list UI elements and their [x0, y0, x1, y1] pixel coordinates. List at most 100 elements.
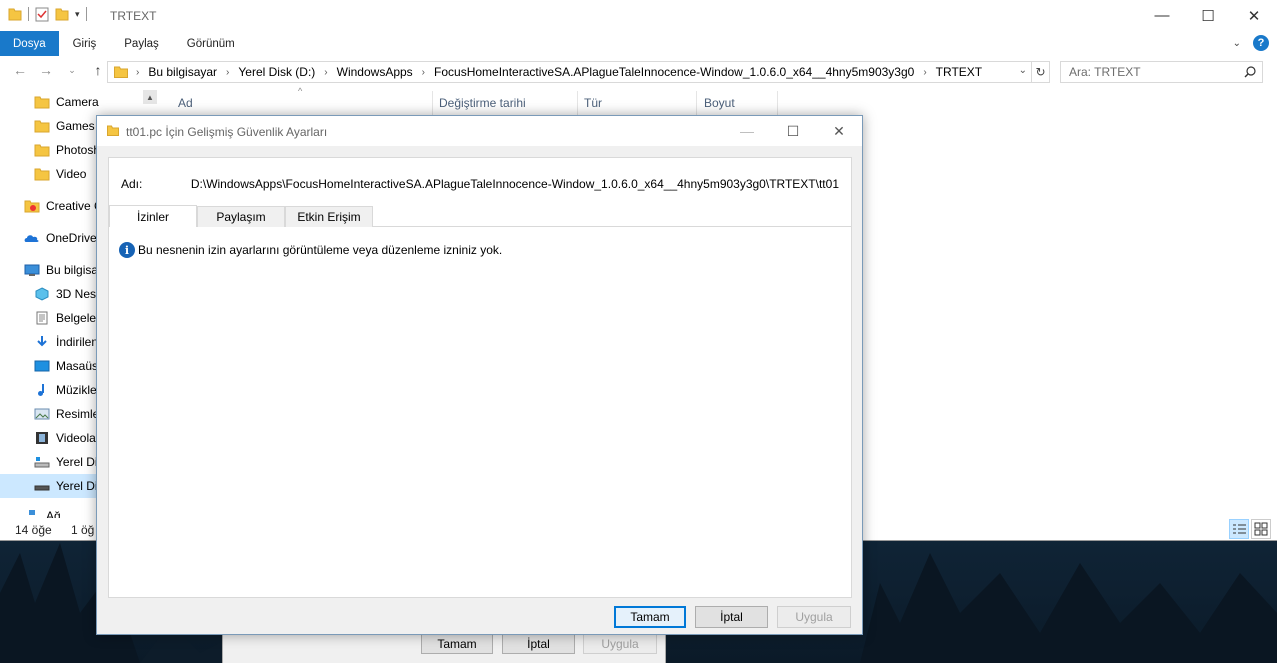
nav-item-3d-objects[interactable]: 3D Nesn [34, 282, 103, 306]
column-divider[interactable] [777, 91, 778, 115]
chevron-right-icon[interactable]: › [136, 67, 139, 78]
column-header-type[interactable]: Tür [584, 91, 602, 115]
nav-item-onedrive[interactable]: OneDrive [24, 226, 97, 250]
selected-count: 1 öğ [71, 523, 95, 537]
nav-item-label: Masaüst [56, 359, 102, 373]
maximize-button[interactable]: ☐ [770, 116, 816, 146]
breadcrumb-item[interactable]: Yerel Disk (D:) [238, 65, 315, 79]
folder-icon [34, 144, 50, 157]
background-apply-button: Uygula [583, 633, 657, 654]
ok-button[interactable]: Tamam [614, 606, 686, 628]
nav-item-desktop[interactable]: Masaüst [34, 354, 101, 378]
window-title: TRTEXT [110, 9, 157, 23]
close-button[interactable]: ✕ [1231, 0, 1277, 31]
nav-item-creative-cloud[interactable]: Creative C [24, 194, 103, 218]
tab-dosya[interactable]: Dosya [0, 31, 59, 56]
view-switcher [1229, 519, 1271, 539]
dialog-titlebar: tt01.pc İçin Gelişmiş Güvenlik Ayarları … [97, 116, 862, 146]
item-count: 14 öğe [15, 523, 52, 537]
apply-button: Uygula [777, 606, 851, 628]
window-controls: — ☐ ✕ [1139, 0, 1277, 31]
breadcrumb-item[interactable]: TRTEXT [936, 65, 982, 79]
nav-item-photoshop[interactable]: Photosh [34, 138, 100, 162]
chevron-right-icon[interactable]: › [226, 67, 229, 78]
nav-item-label: İndirilen [56, 335, 99, 349]
drive-icon [34, 485, 50, 491]
nav-item-documents[interactable]: Belgeler [34, 306, 100, 330]
tab-giris[interactable]: Giriş [59, 31, 111, 56]
3d-objects-icon [35, 287, 49, 301]
background-ok-button[interactable]: Tamam [421, 633, 493, 654]
folder-icon [34, 96, 50, 109]
sort-ascending-icon: ^ [298, 86, 303, 96]
chevron-right-icon[interactable]: › [422, 67, 425, 78]
properties-icon[interactable] [35, 6, 49, 22]
up-arrow-icon[interactable]: ↑ [88, 62, 108, 78]
forward-arrow-icon[interactable]: → [36, 62, 56, 78]
desktop-icon [34, 360, 50, 372]
tab-paylas[interactable]: Paylaş [110, 31, 173, 56]
pictures-icon [34, 408, 50, 420]
tab-sharing[interactable]: Paylaşım [197, 206, 285, 227]
nav-item-videos[interactable]: Videolar [34, 426, 100, 450]
chevron-down-icon[interactable]: ▾ [75, 9, 80, 20]
tab-permissions[interactable]: İzinler [109, 205, 197, 227]
refresh-button[interactable]: ↻ [1032, 61, 1050, 83]
breadcrumb-item[interactable]: FocusHomeInteractiveSA.APlagueTaleInnoce… [434, 65, 914, 79]
nav-item-pictures[interactable]: Resimler [34, 402, 103, 426]
dialog-tabs: İzinler Paylaşım Etkin Erişim [109, 205, 851, 227]
chevron-down-icon[interactable]: ⌄ [1019, 65, 1027, 76]
help-icon[interactable]: ? [1253, 35, 1269, 51]
tab-effective-access[interactable]: Etkin Erişim [285, 206, 373, 227]
folder-icon [8, 8, 22, 21]
nav-item-label: Camera [56, 95, 99, 109]
column-header-date-modified[interactable]: Değiştirme tarihi [439, 91, 526, 115]
folder-icon [114, 66, 128, 78]
chevron-right-icon[interactable]: › [324, 67, 327, 78]
column-divider[interactable] [432, 91, 433, 115]
creative-cloud-icon [24, 200, 40, 213]
nav-item-games[interactable]: Games [34, 114, 95, 138]
info-icon: i [119, 242, 135, 258]
search-input[interactable]: Ara: TRTEXT [1060, 61, 1263, 83]
cancel-button[interactable]: İptal [695, 606, 768, 628]
new-folder-icon[interactable] [55, 6, 69, 22]
expand-ribbon-icon[interactable]: ⌄ [1233, 38, 1241, 49]
navigation-bar: ← → ⌄ ↑ › Bu bilgisayar › Yerel Disk (D:… [0, 58, 1277, 86]
scroll-up-icon[interactable]: ▲ [143, 90, 157, 104]
details-view-button[interactable] [1229, 519, 1249, 539]
column-header-size[interactable]: Boyut [704, 91, 735, 115]
background-cancel-button[interactable]: İptal [502, 633, 575, 654]
address-bar[interactable]: › Bu bilgisayar › Yerel Disk (D:) › Wind… [107, 61, 1032, 83]
documents-icon [36, 311, 48, 325]
breadcrumb-item[interactable]: WindowsApps [337, 65, 413, 79]
nav-item-camera[interactable]: Camera [34, 90, 99, 114]
drive-icon [34, 457, 50, 468]
chevron-right-icon[interactable]: › [923, 67, 926, 78]
minimize-button[interactable]: — [1139, 0, 1185, 31]
object-name-value: D:\WindowsApps\FocusHomeInteractiveSA.AP… [190, 177, 839, 191]
column-divider[interactable] [696, 91, 697, 115]
nav-item-this-pc[interactable]: Bu bilgisa [24, 258, 98, 282]
close-button[interactable]: ✕ [816, 116, 862, 146]
info-text: Bu nesnenin izin ayarlarını görüntüleme … [138, 243, 503, 257]
nav-item-local-disk-c[interactable]: Yerel Dis [34, 450, 104, 474]
nav-item-network[interactable]: Ağ [24, 504, 61, 518]
folder-icon [107, 125, 119, 136]
nav-item-downloads[interactable]: İndirilen [34, 330, 98, 354]
large-icons-view-icon [1254, 522, 1268, 536]
back-arrow-icon[interactable]: ← [10, 62, 30, 78]
nav-item-label: Photosh [56, 143, 101, 157]
nav-item-video[interactable]: Video [34, 162, 86, 186]
column-divider[interactable] [577, 91, 578, 115]
large-icons-view-button[interactable] [1251, 519, 1271, 539]
column-header-name[interactable]: Ad [178, 91, 193, 115]
nav-item-music[interactable]: Müzikler [34, 378, 101, 402]
recent-locations-icon[interactable]: ⌄ [62, 65, 82, 76]
search-icon [1244, 66, 1256, 78]
breadcrumb-item[interactable]: Bu bilgisayar [148, 65, 217, 79]
nav-item-label: Müzikler [56, 383, 101, 397]
maximize-button[interactable]: ☐ [1185, 0, 1231, 31]
tab-gorunum[interactable]: Görünüm [173, 31, 249, 56]
nav-item-label: Games [56, 119, 95, 133]
